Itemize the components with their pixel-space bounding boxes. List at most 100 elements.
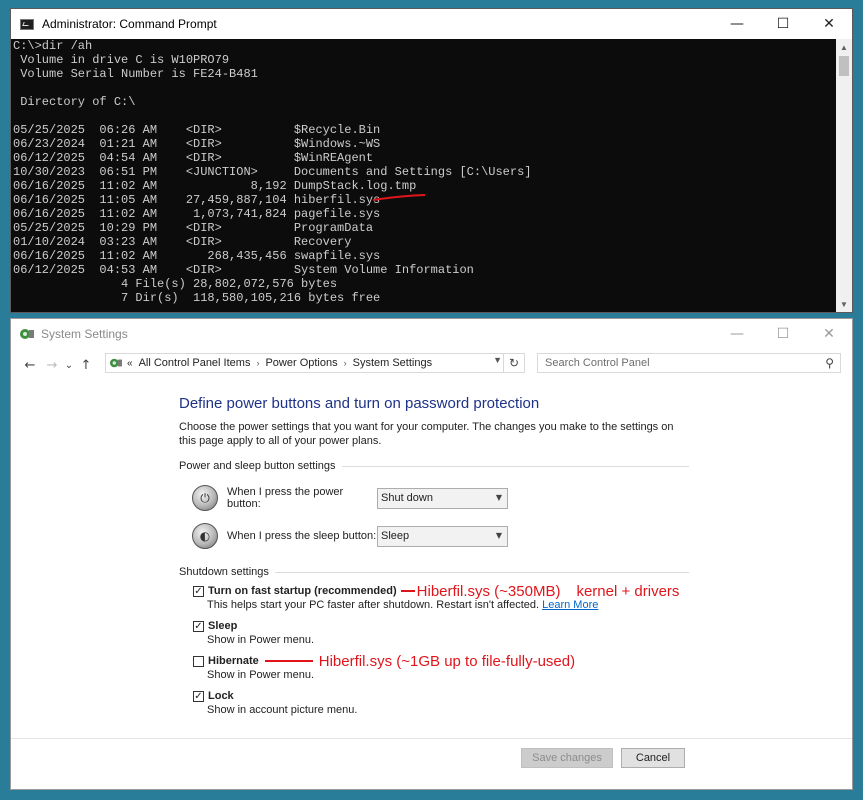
refresh-icon[interactable]: ↻ bbox=[503, 354, 524, 372]
console-line: 06/16/2025 11:02 AM 268,435,456 swapfile… bbox=[13, 249, 381, 263]
sleep-button-row: ◐ When I press the sleep button: Sleep ▼ bbox=[179, 520, 689, 552]
sleep-option: ✓ Sleep Show in Power menu. bbox=[179, 619, 689, 646]
console-line: 7 Dir(s) 118,580,105,216 bytes free bbox=[13, 291, 381, 305]
breadcrumb-system-settings[interactable]: System Settings bbox=[353, 357, 432, 369]
hibernate-annotation: Hiberfil.sys (~1GB up to file-fully-used… bbox=[318, 652, 576, 670]
lock-label[interactable]: Lock bbox=[208, 690, 234, 702]
shutdown-group-title: Shutdown settings bbox=[179, 566, 269, 578]
fast-startup-annotation: Hiberfil.sys (~350MB) bbox=[416, 582, 561, 600]
console-line: 06/12/2025 04:54 AM <DIR> $WinREAgent bbox=[13, 151, 374, 165]
up-arrow-icon[interactable]: ↑ bbox=[75, 358, 97, 373]
console-line: 06/23/2024 01:21 AM <DIR> $Windows.~WS bbox=[13, 137, 381, 151]
power-group-header: Power and sleep button settings bbox=[179, 460, 689, 472]
hibernate-option: Hibernate Hiberfil.sys (~1GB up to file-… bbox=[179, 652, 689, 681]
power-button-label: When I press the power button: bbox=[227, 486, 344, 510]
breadcrumb-power-options[interactable]: Power Options bbox=[265, 357, 337, 369]
console-line: Directory of C:\ bbox=[13, 95, 136, 109]
system-settings-window: System Settings — ☐ ✕ ← → ⌄ ↑ « All Cont… bbox=[10, 318, 853, 790]
page-title: Define power buttons and turn on passwor… bbox=[179, 395, 540, 412]
sleep-button-icon: ◐ bbox=[192, 523, 218, 549]
cancel-button[interactable]: Cancel bbox=[621, 748, 685, 768]
page-description: Choose the power settings that you want … bbox=[179, 421, 674, 447]
lock-option: ✓ Lock Show in account picture menu. bbox=[179, 689, 689, 716]
console-line: 05/25/2025 06:26 AM <DIR> $Recycle.Bin bbox=[13, 123, 381, 137]
console-line: 05/25/2025 10:29 PM <DIR> ProgramData bbox=[13, 221, 374, 235]
power-button-icon: ⏻ bbox=[192, 485, 218, 511]
cmd-app-icon bbox=[20, 18, 34, 30]
chevron-down-icon: ▼ bbox=[495, 530, 502, 540]
shutdown-group-header: Shutdown settings bbox=[179, 566, 689, 578]
address-bar[interactable]: « All Control Panel Items › Power Option… bbox=[105, 353, 525, 373]
navigation-bar: ← → ⌄ ↑ « All Control Panel Items › Powe… bbox=[11, 349, 852, 381]
maximize-button[interactable]: ☐ bbox=[760, 9, 806, 39]
annotation-arrow-line bbox=[400, 590, 415, 592]
back-arrow-icon[interactable]: ← bbox=[19, 358, 41, 373]
command-prompt-window: Administrator: Command Prompt — ☐ ✕ C:\>… bbox=[10, 8, 853, 313]
recent-locations-chevron-icon[interactable]: ⌄ bbox=[63, 360, 75, 371]
fast-startup-description: This helps start your PC faster after sh… bbox=[207, 599, 599, 611]
console-line: Volume in drive C is W10PRO79 bbox=[13, 53, 230, 67]
settings-title: System Settings bbox=[41, 327, 128, 341]
maximize-button[interactable]: ☐ bbox=[760, 319, 806, 349]
control-panel-icon bbox=[20, 329, 34, 339]
divider bbox=[341, 465, 689, 467]
search-placeholder: Search Control Panel bbox=[545, 357, 650, 369]
console-scrollbar[interactable]: ▲ ▼ bbox=[836, 39, 852, 312]
chevron-down-icon: ▼ bbox=[495, 492, 502, 502]
console-line: 06/16/2025 11:02 AM 1,073,741,824 pagefi… bbox=[13, 207, 381, 221]
console-line: 01/10/2024 03:23 AM <DIR> Recovery bbox=[13, 235, 352, 249]
hibernate-checkbox[interactable] bbox=[193, 655, 204, 667]
breadcrumb-all-control-panel-items[interactable]: All Control Panel Items bbox=[139, 357, 251, 369]
hiberfil-underline-annotation bbox=[372, 194, 426, 201]
breadcrumb-separator-icon[interactable]: › bbox=[256, 358, 259, 368]
lock-checkbox[interactable]: ✓ bbox=[193, 690, 204, 702]
hibernate-description: Show in Power menu. bbox=[207, 669, 314, 681]
sleep-label[interactable]: Sleep bbox=[208, 620, 237, 632]
fast-startup-checkbox[interactable]: ✓ bbox=[193, 585, 204, 597]
sleep-button-select[interactable]: Sleep ▼ bbox=[377, 525, 508, 547]
sleep-description: Show in Power menu. bbox=[207, 634, 314, 646]
sleep-button-label: When I press the sleep button: bbox=[227, 530, 377, 542]
power-group-title: Power and sleep button settings bbox=[179, 460, 336, 472]
fast-startup-label[interactable]: Turn on fast startup (recommended) bbox=[208, 585, 397, 597]
hibernate-label[interactable]: Hibernate bbox=[208, 655, 259, 667]
learn-more-link[interactable]: Learn More bbox=[542, 599, 598, 611]
scroll-down-icon[interactable]: ▼ bbox=[836, 296, 852, 312]
save-changes-button[interactable]: Save changes bbox=[521, 748, 613, 768]
dialog-footer: Save changes Cancel bbox=[11, 738, 852, 789]
settings-content: Define power buttons and turn on passwor… bbox=[179, 389, 689, 716]
sleep-button-value: Sleep bbox=[381, 530, 410, 542]
sleep-checkbox[interactable]: ✓ bbox=[193, 620, 204, 632]
console-line: C:\>dir /ah bbox=[13, 39, 93, 53]
control-panel-icon bbox=[110, 358, 122, 368]
forward-arrow-icon[interactable]: → bbox=[41, 358, 63, 373]
annotation-arrow-line bbox=[264, 660, 313, 662]
search-icon[interactable]: ⚲ bbox=[825, 356, 834, 370]
console-line: 4 File(s) 28,802,072,576 bytes bbox=[13, 277, 338, 291]
scroll-thumb[interactable] bbox=[839, 56, 849, 76]
scroll-up-icon[interactable]: ▲ bbox=[836, 39, 852, 55]
search-input[interactable]: Search Control Panel ⚲ bbox=[537, 353, 841, 373]
minimize-button[interactable]: — bbox=[714, 319, 760, 349]
close-button[interactable]: ✕ bbox=[806, 9, 852, 39]
console-line: Volume Serial Number is FE24-B481 bbox=[13, 67, 258, 81]
fast-startup-annotation-2: kernel + drivers bbox=[576, 582, 680, 600]
settings-titlebar[interactable]: System Settings — ☐ ✕ bbox=[11, 319, 852, 349]
power-button-select[interactable]: Shut down ▼ bbox=[377, 487, 508, 509]
breadcrumb-overflow[interactable]: « bbox=[127, 358, 133, 369]
cmd-title: Administrator: Command Prompt bbox=[42, 17, 217, 31]
console-line: 06/16/2025 11:02 AM 8,192 DumpStack.log.… bbox=[13, 179, 417, 193]
divider bbox=[274, 571, 689, 573]
breadcrumb-separator-icon[interactable]: › bbox=[344, 358, 347, 368]
power-button-value: Shut down bbox=[381, 492, 433, 504]
cmd-titlebar[interactable]: Administrator: Command Prompt — ☐ ✕ bbox=[11, 9, 852, 39]
console-line: 06/12/2025 04:53 AM <DIR> System Volume … bbox=[13, 263, 474, 277]
address-dropdown-icon[interactable]: ▼ bbox=[493, 355, 502, 365]
fast-startup-option: ✓ Turn on fast startup (recommended) Hib… bbox=[179, 582, 689, 611]
close-button[interactable]: ✕ bbox=[806, 319, 852, 349]
lock-description: Show in account picture menu. bbox=[207, 704, 358, 716]
console-output[interactable]: C:\>dir /ah Volume in drive C is W10PRO7… bbox=[13, 39, 836, 312]
minimize-button[interactable]: — bbox=[714, 9, 760, 39]
